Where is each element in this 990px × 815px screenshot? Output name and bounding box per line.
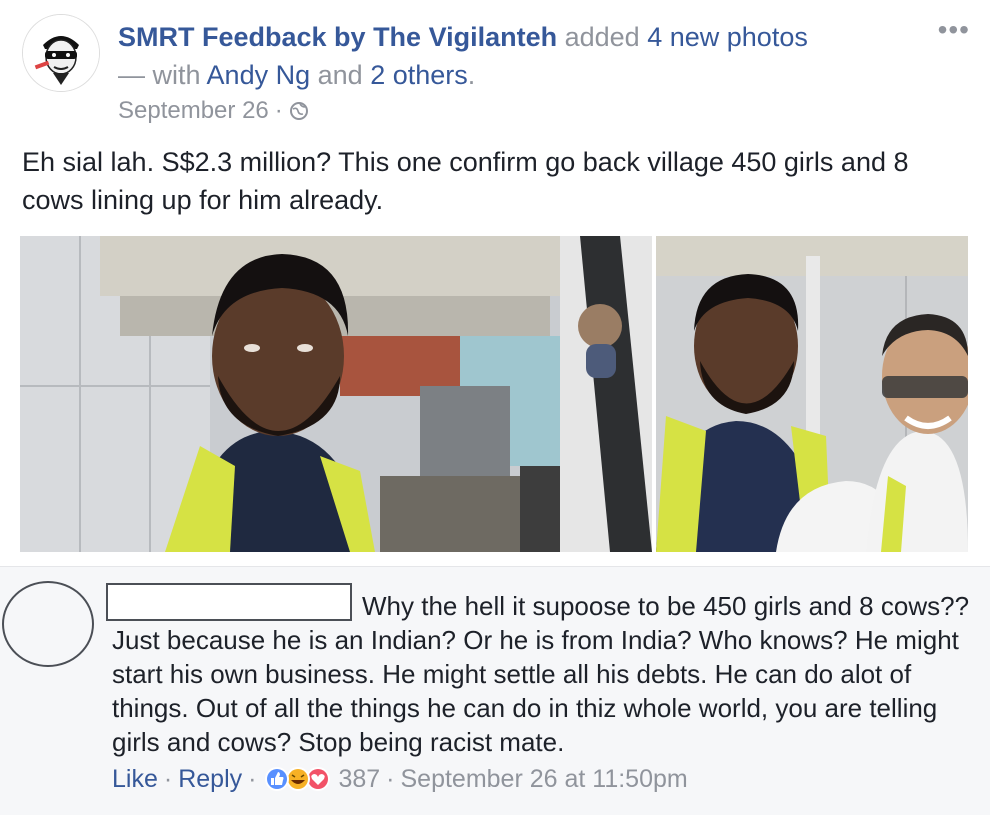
post-meta: September 26 · <box>118 96 309 126</box>
meta-separator: · <box>274 97 283 124</box>
and-text: and <box>317 60 363 90</box>
post-text: Eh sial lah. S$2.3 million? This one con… <box>22 147 909 215</box>
comment-text-first-line: Why the hell it supoose to be 450 girls … <box>362 591 970 621</box>
reaction-count[interactable]: 387 <box>338 762 380 796</box>
commenter-name-redacted[interactable] <box>106 583 352 621</box>
action-text: added <box>564 22 640 52</box>
photo-worker-selfie <box>20 236 652 552</box>
more-options-icon[interactable]: ••• <box>938 14 970 46</box>
reaction-icons <box>265 767 331 791</box>
page-avatar[interactable] <box>22 14 100 92</box>
commenter-avatar[interactable] <box>2 581 94 667</box>
comment-actions: Like · Reply · 387 · September 26 at 11:… <box>112 762 688 796</box>
like-reaction-icon <box>265 767 290 791</box>
photos-link[interactable]: 4 new photos <box>647 22 808 52</box>
period-text: . <box>467 60 476 90</box>
vigilante-logo-icon <box>23 15 99 91</box>
action-dot: · <box>248 765 257 793</box>
comments-section: Why the hell it supoose to be 450 girls … <box>0 566 990 815</box>
reactions-summary[interactable] <box>264 766 332 792</box>
photo-1[interactable] <box>20 236 652 552</box>
reply-link[interactable]: Reply <box>178 762 242 796</box>
post-date-link[interactable]: September 26 <box>118 96 269 126</box>
globe-icon[interactable] <box>289 101 309 121</box>
tagged-person-link[interactable]: Andy Ng <box>207 60 311 90</box>
post-header-line-2: — with Andy Ng and 2 others. <box>118 58 475 92</box>
action-dot: · <box>163 765 173 793</box>
action-dot: · <box>386 765 395 793</box>
photo-2[interactable] <box>656 236 968 552</box>
haha-reaction-icon <box>286 767 311 791</box>
others-link[interactable]: 2 others <box>370 60 468 90</box>
post-header-line-1: SMRT Feedback by The Vigilanteh added 4 … <box>118 20 808 54</box>
like-link[interactable]: Like <box>112 762 158 796</box>
with-prefix: — with <box>118 60 201 90</box>
post-header: SMRT Feedback by The Vigilanteh added 4 … <box>0 0 990 130</box>
comment-timestamp[interactable]: September 26 at 11:50pm <box>401 762 688 796</box>
photo-two-men <box>656 236 968 552</box>
page-name-link[interactable]: SMRT Feedback by The Vigilanteh <box>118 22 557 52</box>
comment-text-rest: Just because he is an Indian? Or he is f… <box>112 625 959 757</box>
